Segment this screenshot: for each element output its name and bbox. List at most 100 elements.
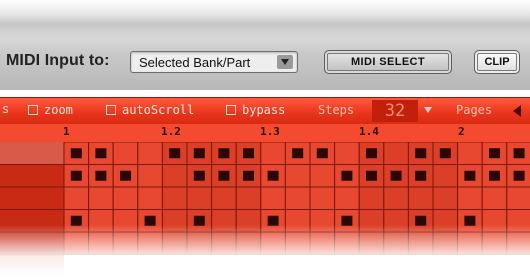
step-cell[interactable] <box>186 186 213 210</box>
step-note[interactable] <box>415 148 427 159</box>
step-note[interactable] <box>193 215 205 226</box>
step-note[interactable] <box>439 148 451 159</box>
step-cell[interactable] <box>235 209 262 233</box>
step-cell[interactable] <box>457 186 483 210</box>
zoom-checkbox-box[interactable] <box>28 105 38 115</box>
step-cell[interactable] <box>481 231 508 255</box>
step-cell[interactable] <box>481 186 508 210</box>
step-cell[interactable] <box>506 186 530 210</box>
step-cell[interactable] <box>161 209 188 233</box>
bypass-checkbox[interactable]: bypass <box>226 103 285 117</box>
zoom-checkbox[interactable]: zoom <box>28 103 73 117</box>
step-cell[interactable] <box>334 186 360 210</box>
step-note[interactable] <box>193 170 205 181</box>
step-note[interactable] <box>415 170 427 181</box>
step-cell[interactable] <box>112 209 139 233</box>
pages-prev-arrow-icon[interactable] <box>513 105 521 117</box>
step-cell[interactable] <box>358 209 385 233</box>
bypass-checkbox-box[interactable] <box>226 105 236 115</box>
step-cell[interactable] <box>88 186 114 210</box>
step-note[interactable] <box>218 148 230 159</box>
step-note[interactable] <box>218 170 230 181</box>
step-cell[interactable] <box>407 231 434 255</box>
step-cell[interactable] <box>284 164 311 188</box>
step-cell[interactable] <box>457 142 483 165</box>
step-cell[interactable] <box>309 164 336 188</box>
midi-input-dropdown[interactable]: Selected Bank/Part <box>130 51 298 73</box>
step-cell[interactable] <box>334 231 360 255</box>
step-cell[interactable] <box>432 209 459 233</box>
step-note[interactable] <box>390 170 402 181</box>
step-cell[interactable] <box>432 164 459 188</box>
step-note[interactable] <box>366 170 377 181</box>
step-cell[interactable] <box>260 186 286 210</box>
step-cell[interactable] <box>358 231 385 255</box>
step-cell[interactable] <box>235 231 262 255</box>
step-cell[interactable] <box>383 209 409 233</box>
step-note[interactable] <box>489 170 500 181</box>
clip-button[interactable]: CLIP <box>474 50 520 74</box>
step-cell[interactable] <box>137 186 163 210</box>
step-note[interactable] <box>464 215 476 226</box>
autoscroll-checkbox[interactable]: autoScroll <box>106 103 194 117</box>
step-note[interactable] <box>70 148 82 159</box>
step-note[interactable] <box>341 170 353 181</box>
step-cell[interactable] <box>211 186 237 210</box>
step-note[interactable] <box>489 148 500 159</box>
step-cell[interactable] <box>88 209 114 233</box>
step-cell[interactable] <box>260 231 286 255</box>
step-cell[interactable] <box>383 231 409 255</box>
step-note[interactable] <box>513 170 525 181</box>
step-cell[interactable] <box>260 142 286 165</box>
step-note[interactable] <box>169 148 181 159</box>
autoscroll-checkbox-box[interactable] <box>106 105 116 115</box>
step-cell[interactable] <box>358 186 385 210</box>
midi-select-button[interactable]: MIDI SELECT <box>324 50 452 74</box>
step-cell[interactable] <box>309 231 336 255</box>
step-note[interactable] <box>144 215 156 226</box>
steps-dropdown-arrow-icon[interactable] <box>424 107 432 113</box>
dropdown-arrow-icon[interactable] <box>277 55 293 69</box>
step-note[interactable] <box>267 215 279 226</box>
step-cell[interactable] <box>112 186 139 210</box>
step-cell[interactable] <box>235 186 262 210</box>
step-cell[interactable] <box>161 186 188 210</box>
step-cell[interactable] <box>432 186 459 210</box>
step-note[interactable] <box>464 170 476 181</box>
step-cell[interactable] <box>309 186 336 210</box>
step-cell[interactable] <box>432 231 459 255</box>
step-cell[interactable] <box>161 231 188 255</box>
step-cell[interactable] <box>63 231 90 255</box>
step-cell[interactable] <box>211 209 237 233</box>
step-cell[interactable] <box>137 231 163 255</box>
step-note[interactable] <box>120 170 131 181</box>
step-cell[interactable] <box>383 142 409 165</box>
step-cell[interactable] <box>506 209 530 233</box>
step-note[interactable] <box>70 170 82 181</box>
steps-value[interactable]: 32 <box>372 100 418 122</box>
step-cell[interactable] <box>112 142 139 165</box>
step-cell[interactable] <box>309 209 336 233</box>
step-cell[interactable] <box>506 231 530 255</box>
step-cell[interactable] <box>186 231 213 255</box>
step-cell[interactable] <box>88 231 114 255</box>
step-note[interactable] <box>316 148 328 159</box>
step-cell[interactable] <box>284 231 311 255</box>
step-note[interactable] <box>366 148 377 159</box>
step-cell[interactable] <box>457 231 483 255</box>
step-cell[interactable] <box>407 186 434 210</box>
step-note[interactable] <box>415 215 427 226</box>
step-note[interactable] <box>193 148 205 159</box>
step-cell[interactable] <box>137 142 163 165</box>
step-cell[interactable] <box>161 164 188 188</box>
step-note[interactable] <box>267 170 279 181</box>
step-cell[interactable] <box>284 186 311 210</box>
step-note[interactable] <box>243 170 254 181</box>
step-note[interactable] <box>95 148 107 159</box>
step-cell[interactable] <box>211 231 237 255</box>
step-cell[interactable] <box>334 142 360 165</box>
step-cell[interactable] <box>63 186 90 210</box>
step-note[interactable] <box>292 148 304 159</box>
step-note[interactable] <box>95 170 107 181</box>
step-cell[interactable] <box>112 231 139 255</box>
